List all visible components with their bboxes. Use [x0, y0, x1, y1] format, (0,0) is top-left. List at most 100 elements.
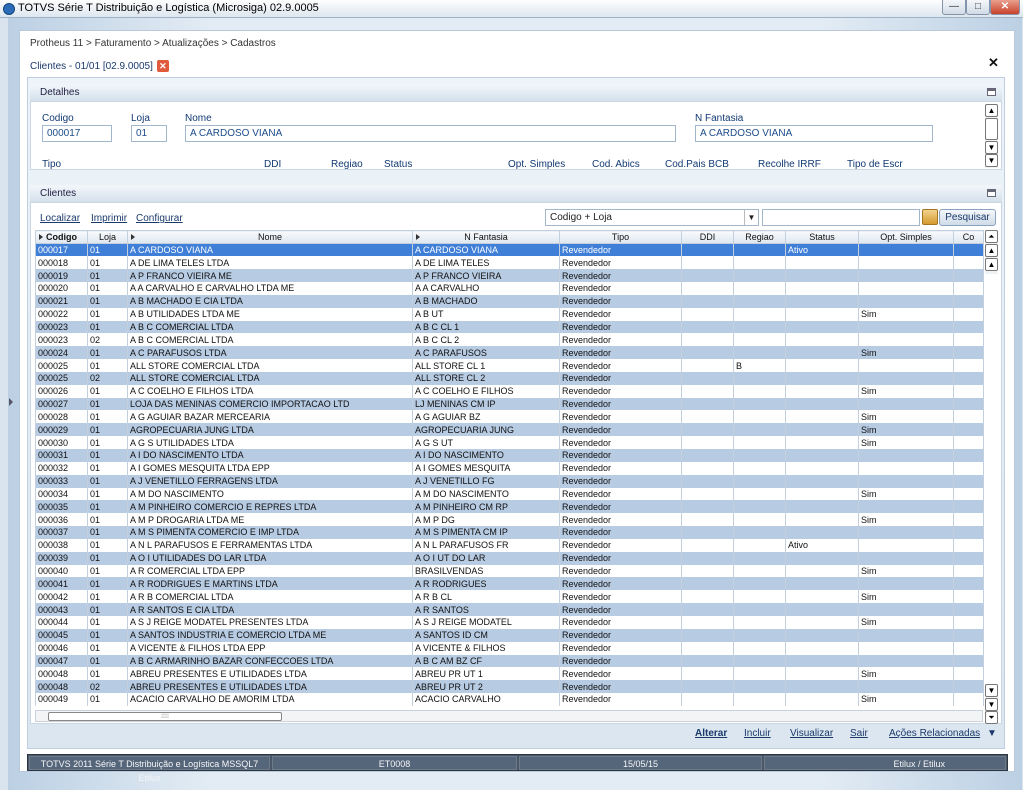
cell-fantasia[interactable]: A M S PIMENTA CM IP	[412, 526, 560, 539]
cell-fantasia[interactable]: A C COELHO E FILHOS	[412, 384, 560, 398]
col-co[interactable]: Co	[953, 230, 984, 244]
cell-nome[interactable]: A O I UTILIDADES DO LAR LTDA	[127, 551, 413, 565]
cell-opt-simples[interactable]: Sim	[858, 487, 954, 501]
cell-regiao[interactable]	[733, 320, 786, 334]
cell-fantasia[interactable]: A M DO NASCIMENTO	[412, 487, 560, 501]
cell-tipo[interactable]: Revendedor	[559, 461, 682, 475]
grid-scroll-down-icon[interactable]: ▼	[985, 684, 998, 697]
cell-loja[interactable]: 01	[87, 551, 128, 565]
cell-loja[interactable]: 01	[87, 641, 128, 655]
cell-ddi[interactable]	[681, 551, 734, 565]
cell-regiao[interactable]	[733, 500, 786, 514]
cell-codigo[interactable]: 000043	[35, 603, 88, 616]
cell-opt-simples[interactable]: Sim	[858, 513, 954, 527]
cell-ddi[interactable]	[681, 577, 734, 591]
cell-tipo[interactable]: Revendedor	[559, 680, 682, 694]
cell-tipo[interactable]: Revendedor	[559, 500, 682, 514]
cell-opt-simples[interactable]: Sim	[858, 615, 954, 629]
cell-fantasia[interactable]: A R B CL	[412, 590, 560, 604]
cell-opt-simples[interactable]: Sim	[858, 307, 954, 321]
cell-regiao[interactable]	[733, 513, 786, 527]
cell-opt-simples[interactable]	[858, 641, 954, 655]
cell-nome[interactable]: A CARDOSO VIANA	[127, 243, 413, 257]
cell-tipo[interactable]: Revendedor	[559, 346, 682, 360]
cell-co[interactable]	[953, 243, 984, 257]
cell-nome[interactable]: A M S PIMENTA COMERCIO E IMP LTDA	[127, 526, 413, 539]
cell-nome[interactable]: LOJA DAS MENINAS COMERCIO IMPORTACAO LTD	[127, 397, 413, 411]
cell-tipo[interactable]: Revendedor	[559, 667, 682, 681]
cell-codigo[interactable]: 000023	[35, 320, 88, 334]
cell-status[interactable]	[785, 693, 859, 706]
cell-ddi[interactable]	[681, 436, 734, 449]
cell-loja[interactable]: 01	[87, 615, 128, 629]
cell-fantasia[interactable]: A DE LIMA TELES	[412, 256, 560, 270]
nome-field[interactable]: A CARDOSO VIANA	[185, 125, 676, 142]
configurar-link[interactable]: Configurar	[136, 213, 183, 224]
cell-ddi[interactable]	[681, 615, 734, 629]
cell-codigo[interactable]: 000022	[35, 307, 88, 321]
pesquisar-button[interactable]: Pesquisar	[939, 209, 996, 226]
cell-opt-simples[interactable]	[858, 371, 954, 385]
cell-codigo[interactable]: 000032	[35, 461, 88, 475]
cell-co[interactable]	[953, 449, 984, 462]
cell-tipo[interactable]: Revendedor	[559, 307, 682, 321]
cell-loja[interactable]: 01	[87, 307, 128, 321]
cell-nome[interactable]: A B C COMERCIAL LTDA	[127, 320, 413, 334]
cell-fantasia[interactable]: A M P DG	[412, 513, 560, 527]
cell-co[interactable]	[953, 654, 984, 668]
cell-loja[interactable]: 01	[87, 526, 128, 539]
cell-regiao[interactable]	[733, 243, 786, 257]
cell-status[interactable]	[785, 333, 859, 347]
table-row[interactable]: 000027 01 LOJA DAS MENINAS COMERCIO IMPORT…	[35, 397, 984, 411]
cell-codigo[interactable]: 000044	[35, 615, 88, 629]
cell-opt-simples[interactable]	[858, 243, 954, 257]
cell-status[interactable]: Ativo	[785, 243, 859, 257]
cell-opt-simples[interactable]	[858, 577, 954, 591]
cell-ddi[interactable]	[681, 564, 734, 578]
cell-loja[interactable]: 01	[87, 294, 128, 308]
cell-fantasia[interactable]: A I GOMES MESQUITA	[412, 461, 560, 475]
cell-co[interactable]	[953, 487, 984, 501]
cell-co[interactable]	[953, 590, 984, 604]
cell-codigo[interactable]: 000048	[35, 680, 88, 694]
cell-codigo[interactable]: 000049	[35, 693, 88, 706]
cell-ddi[interactable]	[681, 500, 734, 514]
cell-ddi[interactable]	[681, 538, 734, 552]
cell-ddi[interactable]	[681, 513, 734, 527]
cell-loja[interactable]: 01	[87, 269, 128, 283]
col-regiao[interactable]: Regiao	[733, 230, 786, 244]
cell-regiao[interactable]	[733, 269, 786, 283]
cell-status[interactable]	[785, 371, 859, 385]
cell-regiao[interactable]	[733, 410, 786, 424]
details-scroll-thumb[interactable]	[985, 118, 998, 140]
cell-ddi[interactable]	[681, 423, 734, 437]
cell-fantasia[interactable]: A A CARVALHO	[412, 282, 560, 295]
cell-fantasia[interactable]: LJ MENINAS CM IP	[412, 397, 560, 411]
cell-regiao[interactable]	[733, 538, 786, 552]
cell-codigo[interactable]: 000042	[35, 590, 88, 604]
cell-ddi[interactable]	[681, 243, 734, 257]
cell-status[interactable]	[785, 641, 859, 655]
cell-status[interactable]	[785, 256, 859, 270]
cell-ddi[interactable]	[681, 359, 734, 372]
cell-opt-simples[interactable]	[858, 500, 954, 514]
cell-ddi[interactable]	[681, 333, 734, 347]
cell-codigo[interactable]: 000023	[35, 333, 88, 347]
cell-fantasia[interactable]: A M PINHEIRO CM RP	[412, 500, 560, 514]
col-codigo[interactable]: Codigo	[35, 230, 88, 244]
cell-opt-simples[interactable]	[858, 551, 954, 565]
cell-ddi[interactable]	[681, 282, 734, 295]
cell-fantasia[interactable]: A G AGUIAR BZ	[412, 410, 560, 424]
cell-regiao[interactable]	[733, 256, 786, 270]
cell-opt-simples[interactable]	[858, 333, 954, 347]
cell-opt-simples[interactable]: Sim	[858, 346, 954, 360]
cell-tipo[interactable]: Revendedor	[559, 474, 682, 488]
table-row[interactable]: 000047 01 A B C ARMARINHO BAZAR CONFECCOES…	[35, 654, 984, 668]
cell-codigo[interactable]: 000045	[35, 628, 88, 642]
cell-tipo[interactable]: Revendedor	[559, 693, 682, 706]
table-row[interactable]: 000022 01 A B UTILIDADES LTDA ME A B UT Reve…	[35, 307, 984, 321]
cell-loja[interactable]: 01	[87, 667, 128, 681]
cell-codigo[interactable]: 000027	[35, 397, 88, 411]
cell-regiao[interactable]	[733, 282, 786, 295]
cell-loja[interactable]: 01	[87, 693, 128, 706]
